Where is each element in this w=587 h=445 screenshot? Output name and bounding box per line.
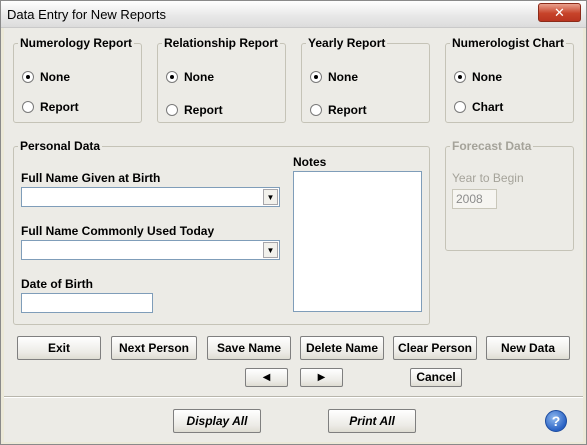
close-button[interactable]: ✕ — [538, 3, 581, 22]
full-name-birth-label: Full Name Given at Birth — [21, 171, 161, 185]
next-record-button[interactable]: ▶ — [300, 368, 343, 387]
full-name-birth-combo[interactable]: ▼ — [21, 187, 280, 207]
window-title: Data Entry for New Reports — [7, 7, 166, 22]
radio-checked-icon — [166, 71, 178, 83]
relationship-report-group: Relationship Report None Report — [157, 36, 286, 123]
radio-checked-icon — [454, 71, 466, 83]
personal-data-label: Personal Data — [20, 139, 101, 153]
relationship-none-radio[interactable]: None — [166, 70, 214, 84]
new-data-button[interactable]: New Data — [486, 336, 570, 360]
numerology-report-label: Numerology Report — [20, 36, 133, 50]
radio-label: None — [472, 70, 502, 84]
radio-label: Chart — [472, 100, 504, 114]
yearly-none-radio[interactable]: None — [310, 70, 358, 84]
forecast-data-group: Forecast Data Year to Begin 2008 — [445, 139, 574, 251]
yearly-report-label: Yearly Report — [308, 36, 386, 50]
data-entry-window: Data Entry for New Reports ✕ Numerology … — [0, 0, 587, 445]
full-name-common-label: Full Name Commonly Used Today — [21, 224, 215, 238]
radio-checked-icon — [22, 71, 34, 83]
chevron-left-icon: ◀ — [262, 372, 271, 383]
radio-label: None — [328, 70, 358, 84]
radio-checked-icon — [310, 71, 322, 83]
previous-record-button[interactable]: ◀ — [245, 368, 288, 387]
radio-unchecked-icon — [310, 104, 322, 116]
chevron-down-icon[interactable]: ▼ — [263, 189, 278, 205]
radio-unchecked-icon — [22, 101, 34, 113]
full-name-common-combo[interactable]: ▼ — [21, 240, 280, 260]
notes-label: Notes — [293, 155, 327, 169]
radio-label: Report — [40, 100, 79, 114]
chart-chart-radio[interactable]: Chart — [454, 100, 503, 114]
numerologist-chart-label: Numerologist Chart — [452, 36, 565, 50]
numerology-report-group: Numerology Report None Report — [13, 36, 142, 123]
relationship-report-label: Relationship Report — [164, 36, 279, 50]
radio-label: Report — [328, 103, 367, 117]
year-to-begin-input[interactable]: 2008 — [452, 189, 497, 209]
numerologist-chart-group: Numerologist Chart None Chart — [445, 36, 574, 123]
chart-none-radio[interactable]: None — [454, 70, 502, 84]
next-person-button[interactable]: Next Person — [111, 336, 197, 360]
help-button[interactable]: ? — [545, 410, 567, 432]
radio-label: None — [184, 70, 214, 84]
yearly-report-radio[interactable]: Report — [310, 103, 367, 117]
save-name-button[interactable]: Save Name — [207, 336, 291, 360]
exit-button[interactable]: Exit — [17, 336, 101, 360]
help-icon: ? — [551, 413, 561, 429]
title-bar: Data Entry for New Reports ✕ — [1, 1, 586, 28]
yearly-report-group: Yearly Report None Report — [301, 36, 430, 123]
radio-unchecked-icon — [166, 104, 178, 116]
delete-name-button[interactable]: Delete Name — [300, 336, 384, 360]
radio-label: Report — [184, 103, 223, 117]
chevron-down-icon[interactable]: ▼ — [263, 242, 278, 258]
close-icon: ✕ — [554, 5, 565, 20]
display-all-button[interactable]: Display All — [173, 409, 261, 433]
footer-separator — [4, 396, 583, 398]
radio-label: None — [40, 70, 70, 84]
print-all-button[interactable]: Print All — [328, 409, 416, 433]
chevron-right-icon: ▶ — [317, 372, 326, 383]
date-of-birth-label: Date of Birth — [21, 277, 93, 291]
numerology-none-radio[interactable]: None — [22, 70, 70, 84]
clear-person-button[interactable]: Clear Person — [393, 336, 477, 360]
relationship-report-radio[interactable]: Report — [166, 103, 223, 117]
cancel-button[interactable]: Cancel — [410, 368, 462, 387]
print-all-label: Print All — [349, 414, 395, 428]
date-of-birth-input[interactable] — [21, 293, 153, 313]
notes-textarea[interactable] — [293, 171, 422, 312]
client-area: Numerology Report None Report Relationsh… — [4, 28, 583, 442]
personal-data-group: Personal Data Full Name Given at Birth ▼… — [13, 139, 430, 325]
year-to-begin-label: Year to Begin — [452, 171, 524, 185]
display-all-label: Display All — [186, 414, 248, 428]
numerology-report-radio[interactable]: Report — [22, 100, 79, 114]
radio-unchecked-icon — [454, 101, 466, 113]
forecast-data-label: Forecast Data — [452, 139, 532, 153]
